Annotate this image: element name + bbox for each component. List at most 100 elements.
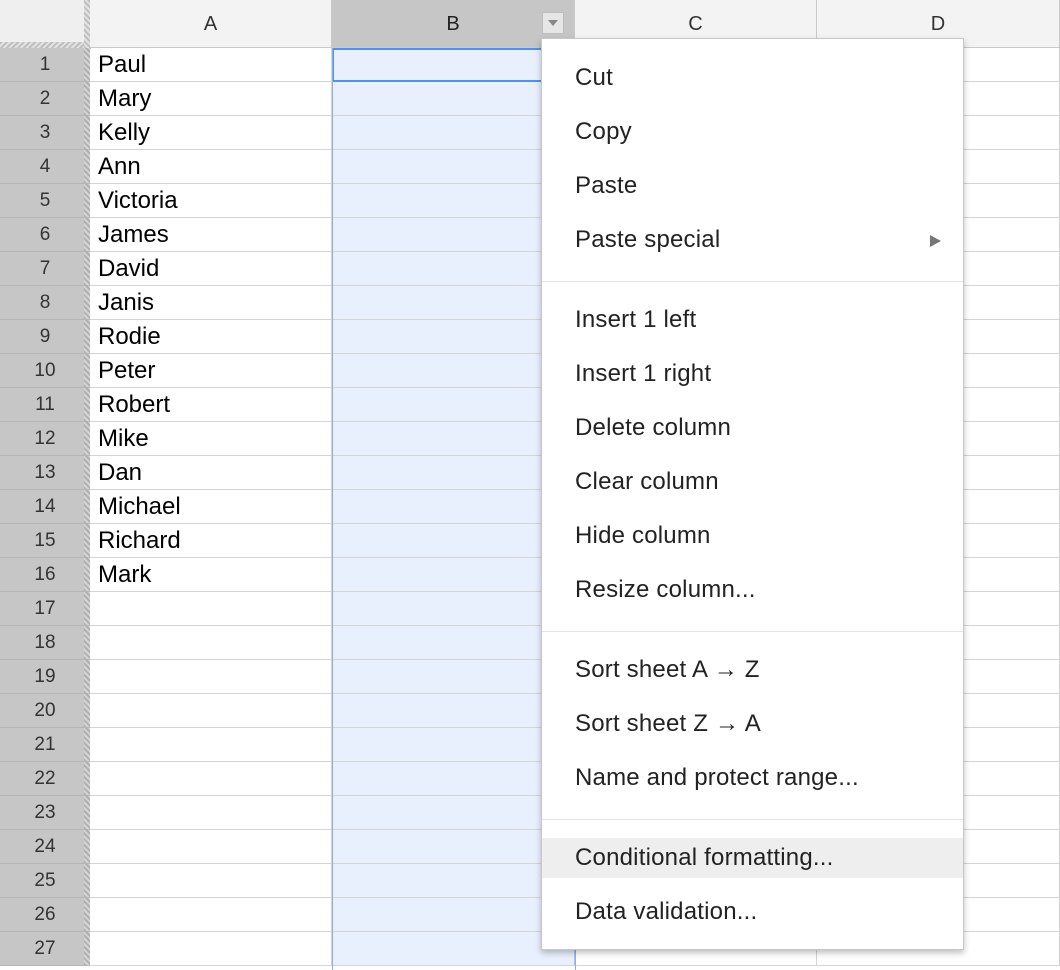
menu-conditional-formatting[interactable]: Conditional formatting... — [542, 838, 963, 878]
row-header[interactable]: 12 — [0, 422, 90, 456]
cell[interactable] — [332, 184, 575, 218]
menu-cut[interactable]: Cut — [542, 58, 963, 98]
cell[interactable] — [332, 796, 575, 830]
cell[interactable] — [90, 592, 332, 626]
row-header[interactable]: 24 — [0, 830, 90, 864]
column-header-b[interactable]: B — [332, 0, 575, 48]
cell[interactable] — [332, 932, 575, 966]
row-header[interactable]: 15 — [0, 524, 90, 558]
cell[interactable] — [332, 728, 575, 762]
row-header[interactable]: 1 — [0, 48, 90, 82]
column-menu-dropdown-icon[interactable] — [542, 12, 564, 34]
cell[interactable] — [90, 898, 332, 932]
row-header[interactable]: 4 — [0, 150, 90, 184]
cell[interactable] — [332, 422, 575, 456]
cell[interactable]: Janis — [90, 286, 332, 320]
menu-paste[interactable]: Paste — [542, 166, 963, 206]
cell[interactable] — [90, 694, 332, 728]
row-header[interactable]: 5 — [0, 184, 90, 218]
cell[interactable]: Dan — [90, 456, 332, 490]
cell[interactable]: Victoria — [90, 184, 332, 218]
menu-data-validation[interactable]: Data validation... — [542, 892, 963, 932]
menu-name-protect-range[interactable]: Name and protect range... — [542, 758, 963, 798]
menu-sort-a-z[interactable]: Sort sheet A → Z — [542, 650, 963, 690]
column-header-a[interactable]: A — [90, 0, 332, 48]
cell[interactable]: Paul — [90, 48, 332, 82]
cell[interactable]: Mary — [90, 82, 332, 116]
cell[interactable]: David — [90, 252, 332, 286]
cell[interactable] — [90, 660, 332, 694]
cell[interactable]: James — [90, 218, 332, 252]
menu-sort-z-a[interactable]: Sort sheet Z → A — [542, 704, 963, 744]
cell[interactable] — [332, 558, 575, 592]
row-header[interactable]: 13 — [0, 456, 90, 490]
cell[interactable] — [90, 864, 332, 898]
cell[interactable]: Richard — [90, 524, 332, 558]
row-header[interactable]: 10 — [0, 354, 90, 388]
cell[interactable] — [332, 830, 575, 864]
row-header[interactable]: 16 — [0, 558, 90, 592]
cell[interactable] — [90, 762, 332, 796]
row-header[interactable]: 22 — [0, 762, 90, 796]
cell[interactable] — [332, 82, 575, 116]
cell[interactable]: Michael — [90, 490, 332, 524]
cell[interactable] — [332, 252, 575, 286]
cell[interactable] — [332, 524, 575, 558]
cell[interactable]: Mike — [90, 422, 332, 456]
menu-insert-right[interactable]: Insert 1 right — [542, 354, 963, 394]
row-header[interactable]: 7 — [0, 252, 90, 286]
cell[interactable] — [90, 830, 332, 864]
row-header[interactable]: 26 — [0, 898, 90, 932]
row-header[interactable]: 27 — [0, 932, 90, 966]
row-header[interactable]: 19 — [0, 660, 90, 694]
cell[interactable] — [332, 320, 575, 354]
cell[interactable] — [332, 762, 575, 796]
row-header[interactable]: 8 — [0, 286, 90, 320]
cell[interactable] — [332, 354, 575, 388]
menu-paste-special[interactable]: Paste special — [542, 220, 963, 260]
row-header[interactable]: 21 — [0, 728, 90, 762]
cell[interactable] — [90, 728, 332, 762]
cell[interactable]: Peter — [90, 354, 332, 388]
cell[interactable]: Rodie — [90, 320, 332, 354]
cell[interactable] — [332, 694, 575, 728]
cell[interactable] — [332, 898, 575, 932]
cell[interactable] — [332, 150, 575, 184]
row-header[interactable]: 6 — [0, 218, 90, 252]
cell[interactable] — [332, 490, 575, 524]
row-header[interactable]: 14 — [0, 490, 90, 524]
cell[interactable] — [332, 864, 575, 898]
row-header[interactable]: 9 — [0, 320, 90, 354]
cell[interactable] — [332, 218, 575, 252]
row-header[interactable]: 25 — [0, 864, 90, 898]
row-header[interactable]: 2 — [0, 82, 90, 116]
menu-insert-left[interactable]: Insert 1 left — [542, 300, 963, 340]
cell[interactable] — [332, 626, 575, 660]
row-header[interactable]: 23 — [0, 796, 90, 830]
select-all-corner[interactable] — [0, 0, 91, 49]
row-header[interactable]: 3 — [0, 116, 90, 150]
cell[interactable] — [90, 796, 332, 830]
menu-hide-column[interactable]: Hide column — [542, 516, 963, 556]
cell[interactable] — [332, 456, 575, 490]
cell[interactable] — [332, 116, 575, 150]
cell[interactable] — [90, 932, 332, 966]
menu-delete-column[interactable]: Delete column — [542, 408, 963, 448]
cell[interactable] — [332, 388, 575, 422]
cell[interactable]: Kelly — [90, 116, 332, 150]
menu-copy[interactable]: Copy — [542, 112, 963, 152]
cell[interactable]: Mark — [90, 558, 332, 592]
row-header[interactable]: 17 — [0, 592, 90, 626]
cell[interactable] — [332, 592, 575, 626]
cell[interactable]: Robert — [90, 388, 332, 422]
cell[interactable] — [332, 660, 575, 694]
cell[interactable]: Ann — [90, 150, 332, 184]
cell[interactable] — [332, 286, 575, 320]
row-header[interactable]: 18 — [0, 626, 90, 660]
menu-clear-column[interactable]: Clear column — [542, 462, 963, 502]
row-header[interactable]: 20 — [0, 694, 90, 728]
menu-resize-column[interactable]: Resize column... — [542, 570, 963, 610]
cell[interactable] — [90, 626, 332, 660]
active-cell[interactable] — [332, 48, 575, 82]
row-header[interactable]: 11 — [0, 388, 90, 422]
